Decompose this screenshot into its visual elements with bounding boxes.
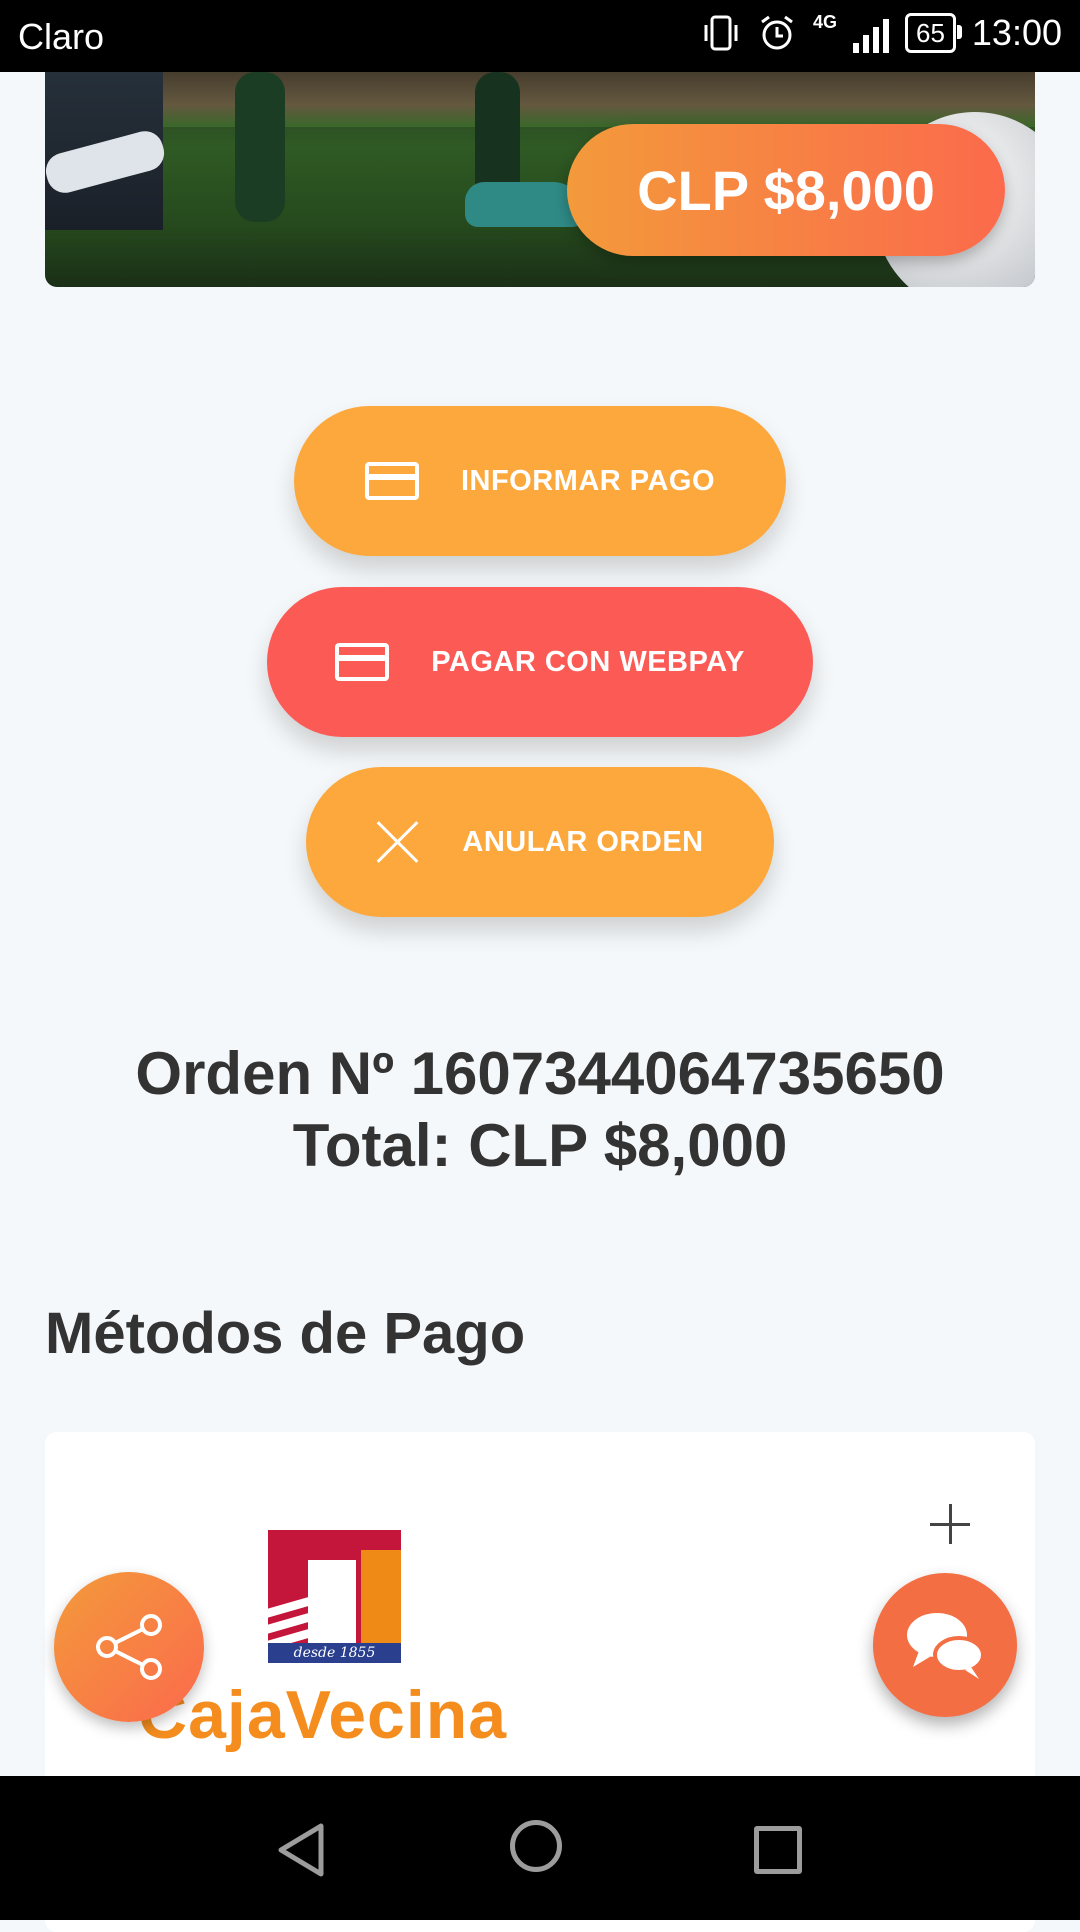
home-icon[interactable]: [510, 1820, 562, 1872]
informar-pago-label: INFORMAR PAGO: [460, 464, 716, 497]
carrier-name: Claro: [18, 16, 105, 57]
status-bar: Claro 4G 65 13:00: [0, 0, 1080, 72]
status-icons: 4G 65 13:00: [701, 12, 1062, 54]
order-number: Orden Nº 1607344064735650: [135, 1040, 945, 1107]
battery-icon: 65: [904, 13, 962, 53]
share-icon: [96, 1614, 162, 1680]
payment-methods-title: Métodos de Pago: [45, 1301, 526, 1366]
alarm-icon: [761, 15, 793, 50]
anular-orden-label: ANULAR ORDEN: [462, 825, 704, 858]
plus-icon[interactable]: [930, 1504, 970, 1544]
vibrate-icon: [704, 15, 738, 51]
pagar-webpay-button[interactable]: PAGAR CON WEBPAY: [267, 587, 813, 737]
order-summary: Orden Nº 1607344064735650 Total: CLP $8,…: [0, 1038, 1080, 1182]
credit-card-icon: [335, 643, 390, 681]
price-badge: CLP $8,000: [567, 124, 1005, 256]
logo-caption: desde 1855: [268, 1643, 401, 1663]
close-icon: [376, 820, 420, 864]
informar-pago-button[interactable]: INFORMAR PAGO: [294, 406, 786, 556]
chat-button[interactable]: [873, 1573, 1017, 1717]
pagar-webpay-label: PAGAR CON WEBPAY: [431, 645, 745, 678]
recents-icon[interactable]: [754, 1826, 802, 1874]
anular-orden-button[interactable]: ANULAR ORDEN: [306, 767, 774, 917]
cajavecina-logo: desde 1855: [268, 1530, 401, 1663]
share-button[interactable]: [54, 1572, 204, 1722]
clock: 13:00: [971, 12, 1062, 53]
signal-icon: [852, 13, 889, 53]
back-icon[interactable]: [276, 1822, 326, 1878]
network-type: 4G: [812, 12, 837, 32]
chat-icon: [907, 1613, 985, 1679]
order-total: Total: CLP $8,000: [292, 1112, 788, 1179]
credit-card-icon: [364, 462, 419, 500]
